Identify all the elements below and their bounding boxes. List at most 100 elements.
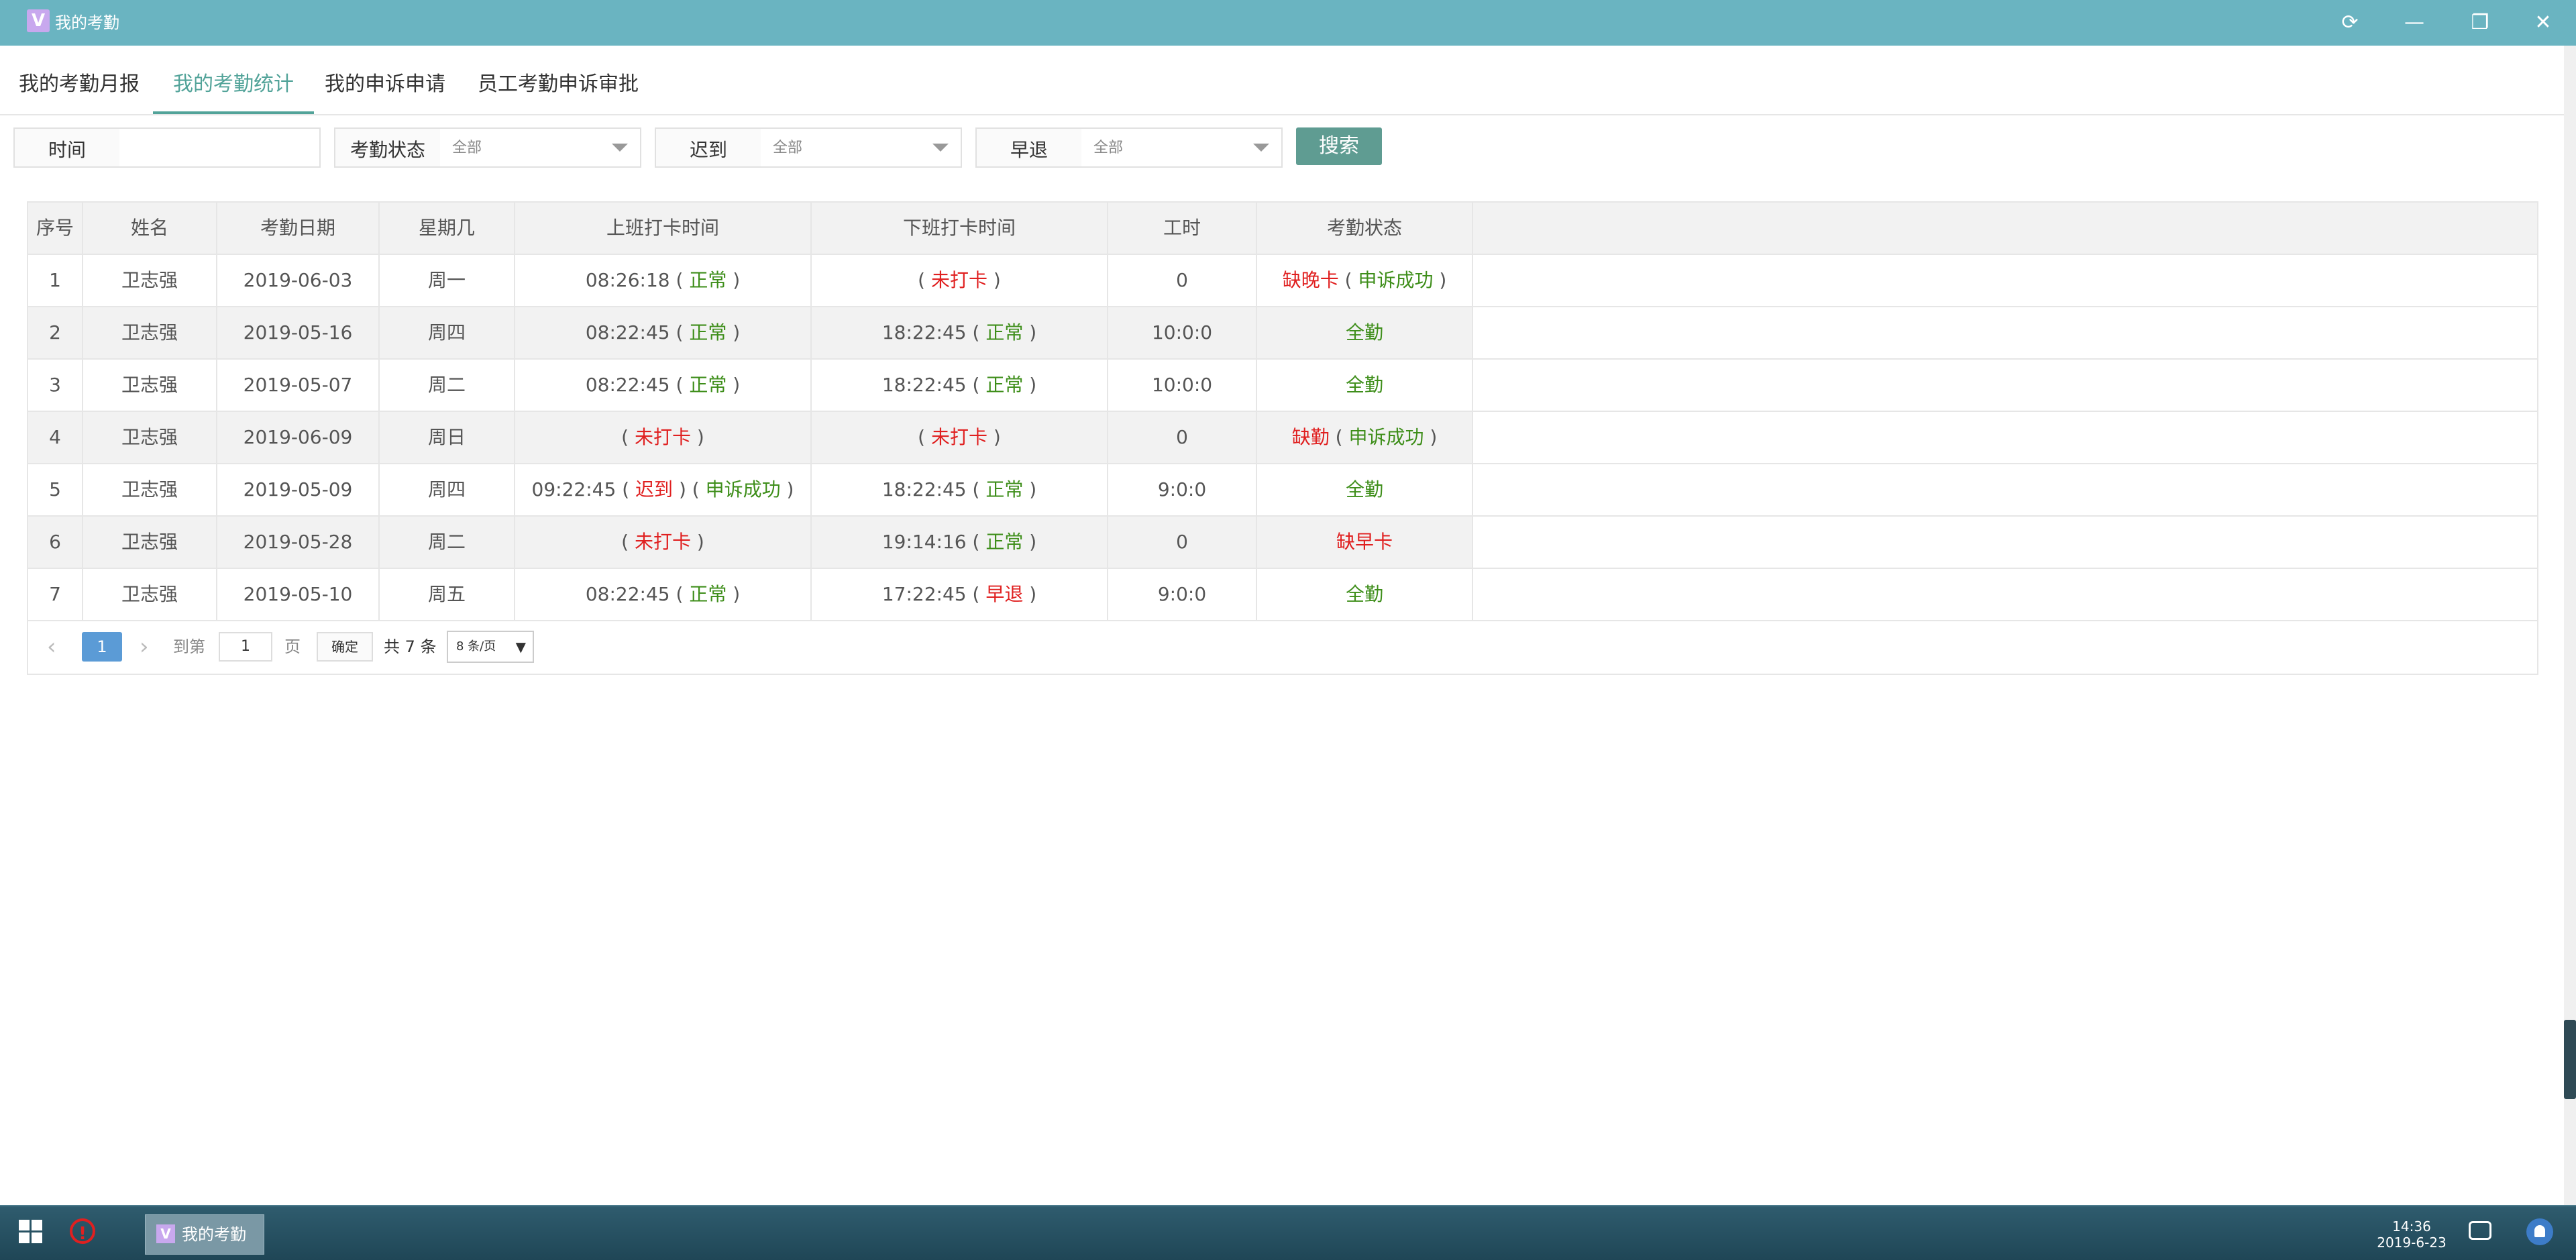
goto-page-input[interactable]: 1 (219, 632, 272, 662)
weekday: 周日 (380, 412, 515, 463)
table-row[interactable]: 7 卫志强 2019-05-10 周五 08:22:45 ( 正常 ) 17:2… (28, 569, 2537, 621)
work-hours: 0 (1108, 517, 1257, 568)
refresh-icon[interactable]: ⟳ (2326, 5, 2373, 40)
early-select[interactable]: 全部 (1081, 127, 1283, 168)
taskbar-app-attendance[interactable]: V 我的考勤 (145, 1214, 264, 1255)
status-select[interactable]: 全部 (440, 127, 641, 168)
late-select[interactable]: 全部 (761, 127, 962, 168)
table-row[interactable]: 1 卫志强 2019-06-03 周一 08:26:18 ( 正常 ) ( 未打… (28, 255, 2537, 307)
clock-out-time: 18:22:45 ( 正常 ) (812, 307, 1108, 358)
search-button[interactable]: 搜索 (1296, 127, 1382, 165)
clock-in-time: 08:22:45 ( 正常 ) (515, 569, 812, 620)
row-filler (1473, 307, 2537, 358)
row-number: 2 (28, 307, 83, 358)
employee-name: 卫志强 (83, 412, 217, 463)
chevron-down-icon: ▼ (515, 639, 526, 655)
status-filter-label: 考勤状态 (334, 127, 441, 168)
table-row[interactable]: 5 卫志强 2019-05-09 周四 09:22:45 ( 迟到 ) ( 申诉… (28, 464, 2537, 517)
attendance-status: 缺勤 ( 申诉成功 ) (1257, 412, 1473, 463)
clock-in-time: 09:22:45 ( 迟到 ) ( 申诉成功 ) (515, 464, 812, 515)
close-icon[interactable]: ✕ (2520, 5, 2567, 40)
attendance-status: 全勤 (1257, 464, 1473, 515)
clock-in-time: ( 未打卡 ) (515, 517, 812, 568)
table-header: 序号 姓名 考勤日期 星期几 上班打卡时间 下班打卡时间 工时 考勤状态 (28, 203, 2537, 255)
page-1-button[interactable]: 1 (82, 632, 122, 662)
attendance-date: 2019-05-28 (217, 517, 380, 568)
attendance-status: 缺早卡 (1257, 517, 1473, 568)
tab-my-appeals[interactable]: 我的申诉申请 (325, 46, 445, 113)
row-number: 7 (28, 569, 83, 620)
employee-name: 卫志强 (83, 517, 217, 568)
table-row[interactable]: 4 卫志强 2019-06-09 周日 ( 未打卡 ) ( 未打卡 ) 0 缺勤… (28, 412, 2537, 464)
tab-appeal-approval[interactable]: 员工考勤申诉审批 (478, 46, 639, 113)
app-icon: V (156, 1224, 175, 1243)
notification-icon[interactable] (2526, 1218, 2553, 1245)
employee-name: 卫志强 (83, 464, 217, 515)
prev-page-icon[interactable]: ‹ (47, 632, 56, 662)
table-row[interactable]: 3 卫志强 2019-05-07 周二 08:22:45 ( 正常 ) 18:2… (28, 360, 2537, 412)
employee-name: 卫志强 (83, 307, 217, 358)
column-header: 序号 (28, 203, 83, 254)
row-filler (1473, 464, 2537, 515)
column-header: 姓名 (83, 203, 217, 254)
page-size-select[interactable]: 8 条/页 ▼ (447, 631, 534, 663)
chevron-down-icon (1253, 144, 1269, 152)
restore-icon[interactable]: ❐ (2457, 5, 2504, 40)
table-row[interactable]: 2 卫志强 2019-05-16 周四 08:22:45 ( 正常 ) 18:2… (28, 307, 2537, 360)
table-row[interactable]: 6 卫志强 2019-05-28 周二 ( 未打卡 ) 19:14:16 ( 正… (28, 517, 2537, 569)
early-filter-label: 早退 (975, 127, 1083, 168)
employee-name: 卫志强 (83, 360, 217, 411)
column-header: 考勤状态 (1257, 203, 1473, 254)
clock-out-time: ( 未打卡 ) (812, 412, 1108, 463)
time-input[interactable] (119, 127, 321, 168)
attendance-date: 2019-06-09 (217, 412, 380, 463)
early-select-value: 全部 (1093, 140, 1124, 156)
work-hours: 10:0:0 (1108, 307, 1257, 358)
tab-bar: 我的考勤月报 我的考勤统计 我的申诉申请 员工考勤申诉审批 (0, 46, 2565, 115)
column-header: 下班打卡时间 (812, 203, 1108, 254)
row-filler (1473, 412, 2537, 463)
tab-attendance-stats[interactable]: 我的考勤统计 (153, 46, 314, 114)
windows-start-icon[interactable] (19, 1220, 43, 1244)
attendance-status: 缺晚卡 ( 申诉成功 ) (1257, 255, 1473, 306)
row-number: 3 (28, 360, 83, 411)
status-select-value: 全部 (452, 140, 482, 156)
employee-name: 卫志强 (83, 255, 217, 306)
work-hours: 0 (1108, 412, 1257, 463)
next-page-icon[interactable]: › (140, 632, 149, 662)
page-size-value: 8 条/页 (456, 639, 496, 653)
attendance-date: 2019-05-07 (217, 360, 380, 411)
clock-in-time: 08:22:45 ( 正常 ) (515, 307, 812, 358)
chevron-down-icon (932, 144, 949, 152)
pagination: ‹ 1 › 到第 1 页 确定 共 7 条 8 条/页 ▼ (28, 621, 2537, 674)
column-header: 考勤日期 (217, 203, 380, 254)
attendance-status: 全勤 (1257, 307, 1473, 358)
page-unit-label: 页 (284, 637, 301, 656)
attendance-table: 序号 姓名 考勤日期 星期几 上班打卡时间 下班打卡时间 工时 考勤状态 1 卫… (27, 201, 2538, 675)
window-title: 我的考勤 (55, 13, 119, 32)
weekday: 周一 (380, 255, 515, 306)
clock-out-time: 17:22:45 ( 早退 ) (812, 569, 1108, 620)
taskbar: ! V 我的考勤 14:36 2019-6-23 (0, 1205, 2576, 1260)
scrollbar-handle[interactable] (2564, 1020, 2576, 1099)
app-icon: V (27, 9, 50, 32)
alert-app-icon[interactable]: ! (70, 1218, 95, 1244)
row-number: 1 (28, 255, 83, 306)
goto-confirm-button[interactable]: 确定 (317, 632, 373, 662)
chat-icon[interactable] (2469, 1221, 2491, 1240)
work-hours: 0 (1108, 255, 1257, 306)
work-hours: 9:0:0 (1108, 464, 1257, 515)
tab-monthly-report[interactable]: 我的考勤月报 (19, 46, 140, 113)
system-clock[interactable]: 14:36 2019-6-23 (2375, 1218, 2449, 1251)
row-filler (1473, 517, 2537, 568)
attendance-date: 2019-06-03 (217, 255, 380, 306)
row-number: 6 (28, 517, 83, 568)
goto-label: 到第 (173, 637, 205, 656)
chevron-down-icon (612, 144, 628, 152)
minimize-icon[interactable]: — (2391, 5, 2438, 40)
title-bar: V 我的考勤 ⟳ — ❐ ✕ (0, 0, 2576, 46)
weekday: 周四 (380, 464, 515, 515)
clock-in-time: ( 未打卡 ) (515, 412, 812, 463)
clock-time: 14:36 (2392, 1218, 2431, 1235)
time-filter-label: 时间 (13, 127, 121, 168)
